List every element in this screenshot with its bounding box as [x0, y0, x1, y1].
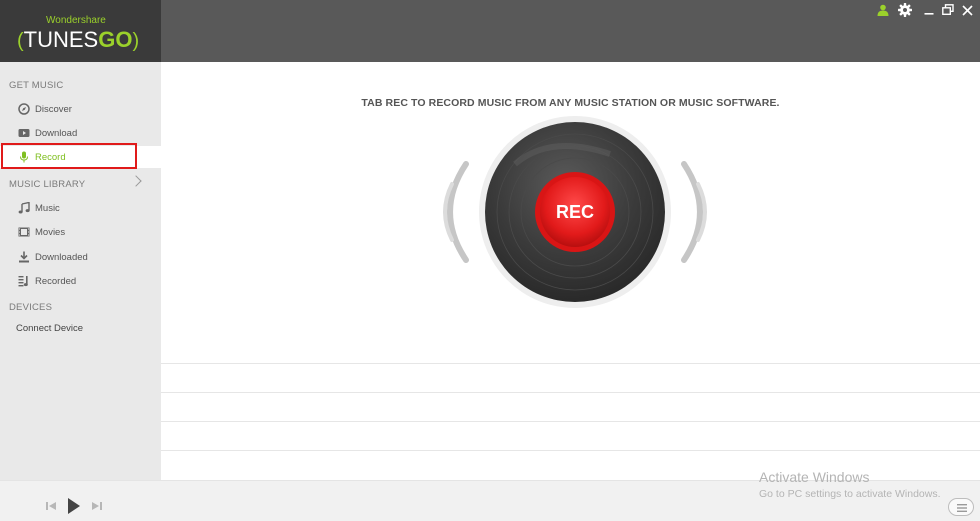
- sidebar-item-label: Discover: [35, 104, 72, 115]
- user-icon[interactable]: [876, 3, 890, 17]
- logo-right-bracket-icon: ): [132, 30, 140, 52]
- section-music-library[interactable]: MUSIC LIBRARY: [9, 179, 85, 190]
- compass-icon: [18, 103, 30, 115]
- logo-area: Wondershare (TUNESGO): [0, 0, 161, 62]
- app-window: Wondershare (TUNESGO) GET MUSIC Discover…: [0, 0, 980, 521]
- sidebar-item-download[interactable]: Download: [0, 122, 161, 144]
- sidebar-item-label: Music: [35, 203, 60, 214]
- connect-device-link[interactable]: Connect Device: [16, 323, 83, 334]
- logo-name-left: TUNES: [23, 27, 99, 52]
- activate-windows-title: Activate Windows: [759, 469, 870, 485]
- record-highlight-box: [1, 143, 137, 169]
- rec-button[interactable]: REC: [536, 173, 614, 251]
- music-note-icon: [18, 202, 30, 214]
- sidebar-item-downloaded[interactable]: Downloaded: [0, 246, 161, 268]
- sidebar-item-discover[interactable]: Discover: [0, 98, 161, 120]
- recorded-icon: [18, 276, 28, 287]
- logo-name-right: GO: [98, 27, 133, 52]
- restore-icon[interactable]: [941, 3, 955, 17]
- activate-windows-subtitle: Go to PC settings to activate Windows.: [759, 488, 941, 500]
- divider-line: [161, 421, 980, 422]
- next-track-icon[interactable]: [91, 500, 103, 512]
- logo-text: (TUNESGO): [17, 27, 139, 53]
- gear-icon[interactable]: [897, 3, 913, 17]
- sidebar-item-label: Recorded: [35, 276, 77, 287]
- section-get-music: GET MUSIC: [9, 80, 64, 91]
- sidebar-item-music[interactable]: Music: [0, 197, 161, 219]
- divider-line: [161, 363, 980, 364]
- record-instruction: TAB REC TO RECORD MUSIC FROM ANY MUSIC S…: [361, 97, 780, 109]
- logo-left-bracket-icon: (: [17, 30, 24, 52]
- sound-wave-right-outer: [681, 161, 703, 263]
- player-bar: [0, 480, 980, 521]
- sidebar-item-label: Movies: [35, 227, 66, 238]
- divider-line: [161, 450, 980, 451]
- film-icon: [18, 227, 30, 237]
- rec-button-label: REC: [555, 201, 594, 222]
- logo-brand: Wondershare: [46, 15, 106, 26]
- sidebar-item-movies[interactable]: Movies: [0, 221, 161, 243]
- close-icon[interactable]: [960, 3, 974, 17]
- play-box-icon: [18, 129, 30, 137]
- sidebar-item-recorded[interactable]: Recorded: [0, 270, 161, 292]
- download-icon: [19, 251, 29, 263]
- list-icon: [957, 504, 967, 512]
- play-icon[interactable]: [67, 497, 81, 515]
- playlist-button[interactable]: [948, 498, 974, 516]
- sidebar-item-label: Download: [35, 128, 78, 139]
- sound-wave-left-outer: [447, 161, 469, 263]
- minimize-icon[interactable]: [923, 3, 935, 17]
- divider-line: [161, 392, 980, 393]
- previous-track-icon[interactable]: [45, 500, 57, 512]
- sidebar-item-label: Downloaded: [35, 252, 88, 263]
- title-bar: [161, 0, 980, 62]
- section-devices: DEVICES: [9, 302, 53, 313]
